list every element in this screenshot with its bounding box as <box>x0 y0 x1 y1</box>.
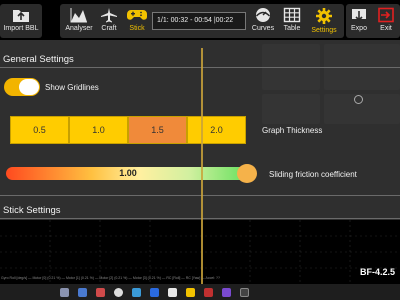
graph-legend: Gyro Roll [deg/s] — Motor [0] (0.21 %) —… <box>1 276 220 280</box>
app-icon[interactable] <box>132 288 141 297</box>
section-divider <box>0 67 400 68</box>
system-navigation-bar <box>0 284 400 300</box>
general-settings-title: General Settings <box>3 54 74 65</box>
craft-label: Craft <box>101 25 117 32</box>
exit-label: Exit <box>380 25 392 32</box>
stick-button[interactable]: Stick <box>124 4 150 38</box>
app-icon[interactable] <box>168 288 177 297</box>
curves-label: Curves <box>251 25 275 32</box>
graph-area[interactable] <box>0 220 400 284</box>
section-divider <box>0 218 400 219</box>
app-icon[interactable] <box>222 288 231 297</box>
gear-icon <box>316 8 332 24</box>
settings-button[interactable]: Settings <box>308 4 340 38</box>
app-icon[interactable] <box>186 288 195 297</box>
thickness-option-0-5[interactable]: 0.5 <box>10 116 69 144</box>
export-label: Expo <box>351 25 367 32</box>
airplane-icon <box>101 8 117 23</box>
toggle-knob[interactable] <box>19 79 39 95</box>
analyser-label: Analyser <box>65 25 93 32</box>
table-label: Table <box>283 25 301 32</box>
settings-label: Settings <box>311 27 337 34</box>
import-group: Import BBL <box>0 4 42 38</box>
import-bbl-button[interactable]: Import BBL <box>0 4 42 38</box>
stick-settings-title: Stick Settings <box>3 205 61 216</box>
craft-button[interactable]: Craft <box>96 4 122 38</box>
loading-indicator-icon <box>354 95 363 104</box>
export-icon <box>352 9 366 22</box>
graph-gridlines <box>0 220 400 284</box>
app-icon[interactable] <box>114 288 123 297</box>
import-bbl-label: Import BBL <box>3 25 39 32</box>
section-divider <box>0 195 400 196</box>
graph-thickness-selector: 0.5 1.0 1.5 2.0 <box>10 116 246 144</box>
firmware-version: BF-4.2.5 <box>360 267 396 277</box>
export-button[interactable]: Expo <box>346 4 372 38</box>
analyser-button[interactable]: Analyser <box>64 4 94 38</box>
app-icon[interactable] <box>150 288 159 297</box>
thickness-option-2-0[interactable]: 2.0 <box>187 116 246 144</box>
table-grid-icon <box>283 7 301 23</box>
app-icon[interactable] <box>204 288 213 297</box>
exit-button[interactable]: Exit <box>373 4 399 38</box>
curves-button[interactable]: Curves <box>250 4 276 38</box>
friction-slider-thumb[interactable] <box>237 164 257 183</box>
show-gridlines-label: Show Gridlines <box>45 83 99 92</box>
playback-cursor-line[interactable] <box>201 48 203 284</box>
export-exit-group: Expo Exit <box>346 4 400 38</box>
friction-value: 1.00 <box>119 168 137 178</box>
friction-label: Sliding friction coefficient <box>269 170 357 179</box>
app-icon[interactable] <box>96 288 105 297</box>
gamepad-icon <box>127 10 147 20</box>
stick-label: Stick <box>129 25 145 32</box>
chart-mountain-icon <box>70 8 87 23</box>
top-toolbar: Import BBL Analyser Craft Stick Curves T… <box>0 0 400 40</box>
gauge-icon <box>255 8 271 22</box>
table-button[interactable]: Table <box>278 4 306 38</box>
graph-thickness-label: Graph Thickness <box>262 126 323 135</box>
folder-icon <box>13 10 29 22</box>
app-grid-icon[interactable] <box>60 288 69 297</box>
recent-apps-icon[interactable] <box>240 288 249 297</box>
time-range-display[interactable]: 1/1: 00:32 - 00:54 |00:22 <box>152 12 246 30</box>
thickness-option-1-5[interactable]: 1.5 <box>128 116 187 144</box>
thickness-option-1-0[interactable]: 1.0 <box>69 116 128 144</box>
app-icon[interactable] <box>78 288 87 297</box>
exit-icon <box>378 7 394 23</box>
